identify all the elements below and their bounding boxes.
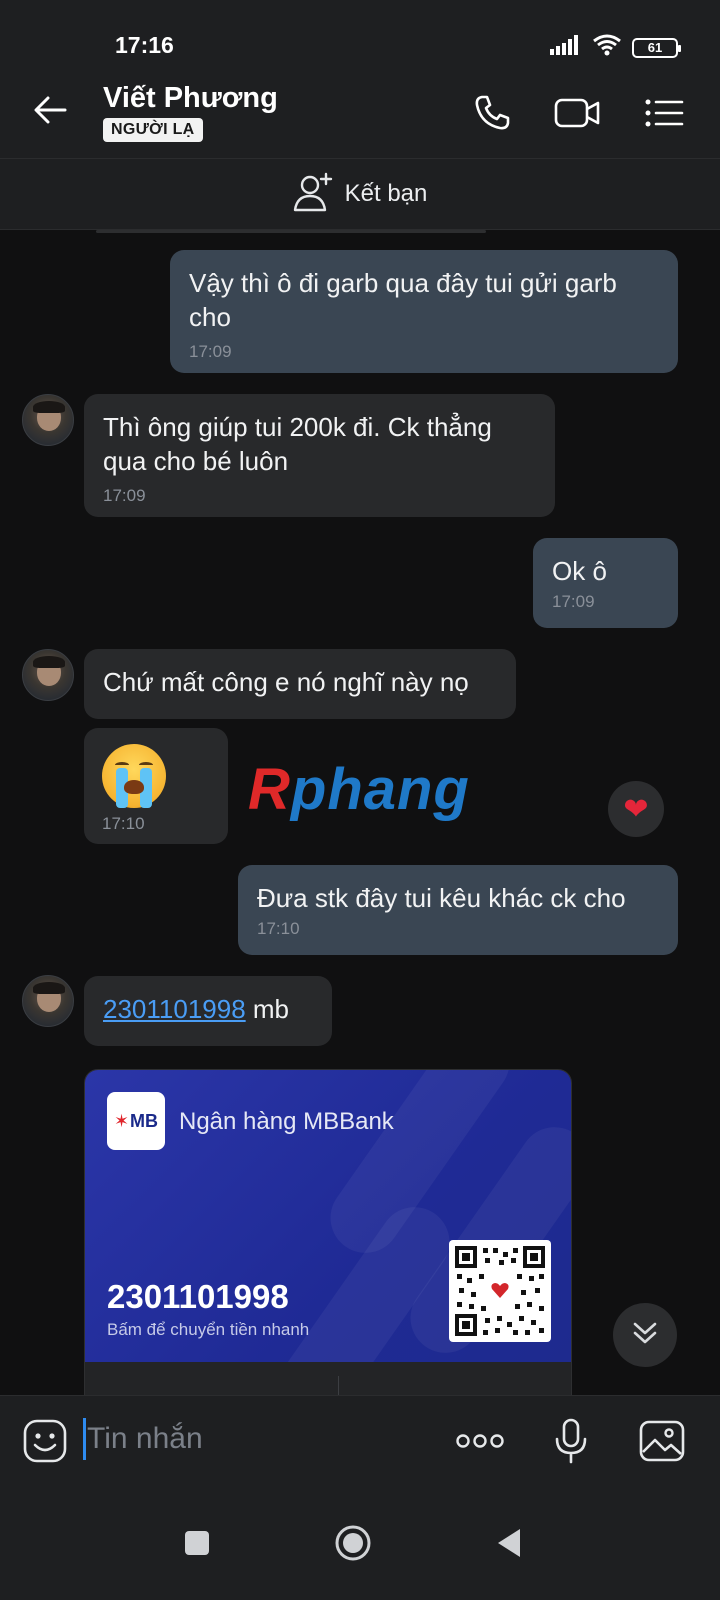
emoji-icon[interactable]: [20, 1416, 70, 1466]
message-text: Vậy thì ô đi garb qua đây tui gửi garb c…: [189, 268, 617, 332]
message-input[interactable]: [87, 1416, 427, 1462]
message-time: 17:09: [552, 592, 595, 611]
battery-icon: 61: [632, 37, 681, 58]
status-time: 17:16: [115, 32, 174, 58]
message-composer: [0, 1395, 720, 1485]
text-cursor: [83, 1418, 86, 1460]
scrolled-message-edge: [96, 230, 486, 233]
message-text: 2301101998 mb: [103, 994, 290, 1024]
video-call-icon[interactable]: [554, 90, 600, 136]
message-bubble-outgoing[interactable]: Đưa stk đây tui kêu khác ck cho 17:10: [238, 865, 678, 955]
message-bubble-incoming[interactable]: Thì ông giúp tui 200k đi. Ck thẳng qua c…: [84, 394, 555, 517]
home-icon[interactable]: [331, 1521, 375, 1565]
avatar[interactable]: [22, 975, 74, 1027]
signal-icon: [550, 35, 582, 60]
status-bar: 17:16 61: [0, 0, 720, 68]
wifi-icon: [592, 34, 622, 61]
contact-name[interactable]: Viết Phương: [103, 82, 278, 115]
message-time: 17:10: [102, 814, 145, 833]
message-bubble-incoming[interactable]: 2301101998 mb: [84, 976, 332, 1046]
avatar[interactable]: [22, 649, 74, 701]
back-arrow-icon[interactable]: [30, 90, 70, 130]
message-text: Đưa stk đây tui kêu khác ck cho: [257, 883, 626, 913]
account-number: 2301101998: [107, 1278, 289, 1315]
phone-icon[interactable]: [469, 90, 515, 136]
bank-name: Ngân hàng MBBank: [179, 1108, 394, 1135]
heart-reaction-icon[interactable]: ❤: [608, 781, 664, 837]
add-user-icon: [293, 172, 335, 217]
message-time: 17:09: [103, 486, 146, 505]
back-icon[interactable]: [486, 1521, 530, 1565]
status-icons: 61: [550, 34, 681, 61]
double-chevron-down-icon: [632, 1321, 658, 1350]
more-icon[interactable]: [455, 1416, 505, 1466]
stranger-badge: NGƯỜI LẠ: [103, 118, 203, 142]
message-text: Ok ô: [552, 556, 607, 586]
message-text: Chứ mất công e nó nghĩ này nọ: [103, 667, 469, 697]
add-friend-button[interactable]: Kết bạn: [0, 158, 720, 230]
transfer-hint: Bấm để chuyển tiền nhanh: [107, 1320, 310, 1339]
microphone-icon[interactable]: [546, 1416, 596, 1466]
message-time: 17:10: [257, 919, 300, 938]
message-bubble-incoming[interactable]: Chứ mất công e nó nghĩ này nọ: [84, 649, 516, 719]
avatar[interactable]: [22, 394, 74, 446]
message-bubble-outgoing[interactable]: Ok ô 17:09: [533, 538, 678, 628]
image-icon[interactable]: [637, 1416, 687, 1466]
qr-code[interactable]: [449, 1240, 551, 1342]
add-friend-label: Kết bạn: [344, 180, 428, 207]
account-number-link[interactable]: 2301101998: [103, 994, 246, 1024]
message-time: 17:09: [189, 342, 232, 361]
mbbank-logo: ✶ MB: [107, 1092, 165, 1150]
bank-card-header: ✶ MB Ngân hàng MBBank 2301101998 Bấm để c…: [85, 1070, 571, 1362]
scroll-to-bottom-button[interactable]: [613, 1303, 677, 1367]
watermark-logo: Rphang: [248, 757, 470, 822]
crying-face-emoji: [102, 744, 166, 808]
message-bubble-outgoing[interactable]: Vậy thì ô đi garb qua đây tui gửi garb c…: [170, 250, 678, 373]
message-text: Thì ông giúp tui 200k đi. Ck thẳng qua c…: [103, 412, 492, 476]
sticker-message[interactable]: 17:10: [84, 728, 228, 844]
chat-header: Viết Phương NGƯỜI LẠ: [0, 68, 720, 158]
system-navigation-bar: [0, 1485, 720, 1600]
menu-list-icon[interactable]: [641, 90, 687, 136]
recent-apps-icon[interactable]: [175, 1521, 219, 1565]
